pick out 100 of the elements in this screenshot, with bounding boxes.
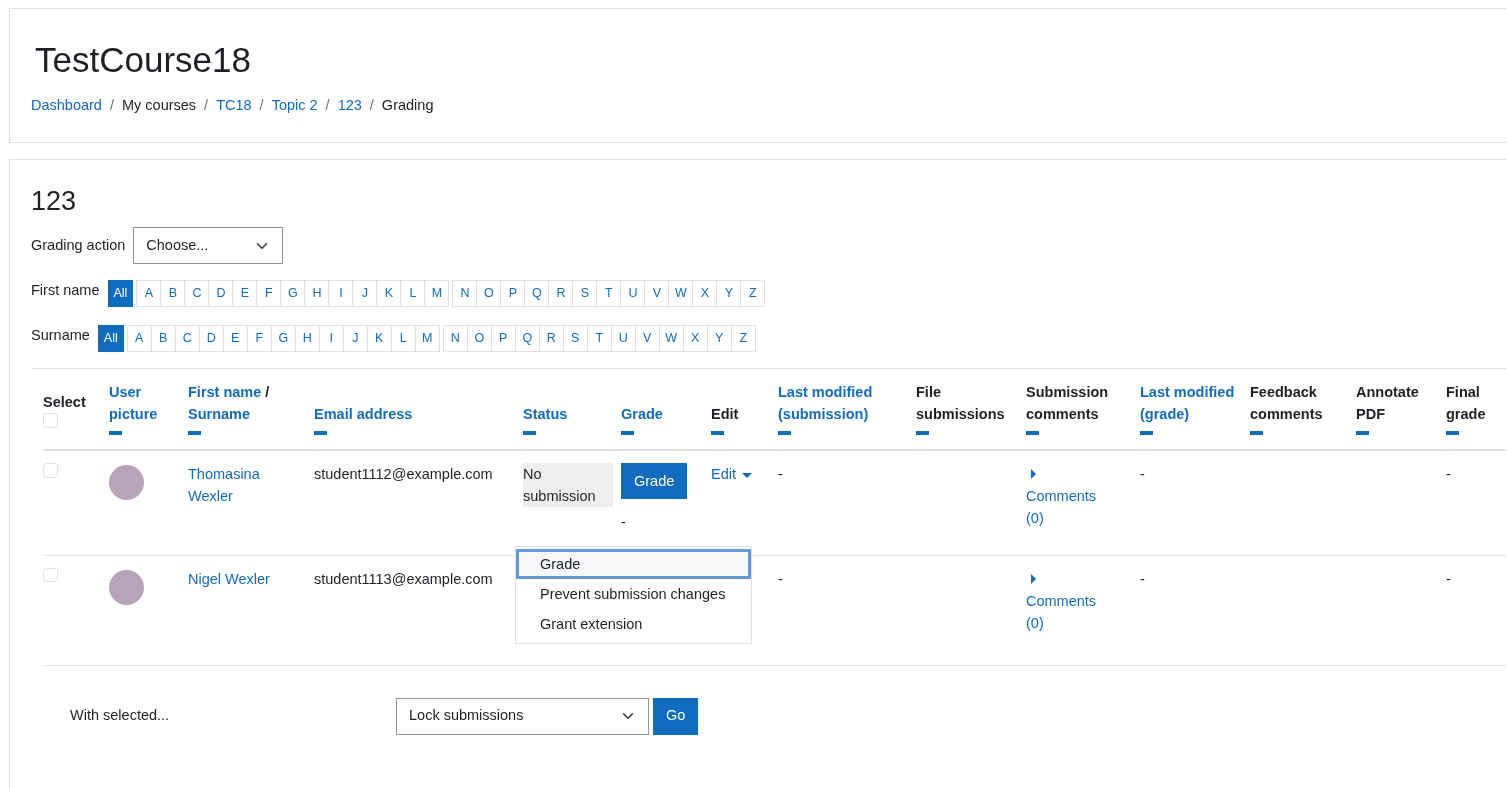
letter-filter-link[interactable]: Q xyxy=(514,325,540,353)
collapse-column-icon[interactable] xyxy=(778,431,791,436)
letter-filter-link[interactable]: K xyxy=(376,280,402,308)
letter-filter-link[interactable]: L xyxy=(400,280,426,308)
column-header: File submissions xyxy=(916,384,1005,423)
letter-filter-link[interactable]: All xyxy=(107,280,134,308)
breadcrumb-link[interactable]: Topic 2 xyxy=(271,95,318,117)
letter-filter-link[interactable]: A xyxy=(136,280,162,308)
letter-filter-link[interactable]: N xyxy=(442,325,468,353)
column-sort-link[interactable]: User picture xyxy=(109,381,180,426)
collapse-column-icon[interactable] xyxy=(1356,431,1369,436)
row-checkbox[interactable] xyxy=(43,463,58,478)
letter-filter-link[interactable]: S xyxy=(572,280,598,308)
letter-filter-link[interactable]: P xyxy=(490,325,516,353)
letter-filter-link[interactable]: D xyxy=(208,280,234,308)
column-sort-link[interactable]: Email address xyxy=(314,403,515,426)
collapse-column-icon[interactable] xyxy=(109,431,122,436)
column-sort-link[interactable]: First name xyxy=(188,381,262,404)
letter-filter-link[interactable]: I xyxy=(318,325,344,353)
letter-filter-link[interactable]: J xyxy=(352,280,378,308)
letter-filter-link[interactable]: G xyxy=(280,280,306,308)
letter-filter-link[interactable]: G xyxy=(270,325,296,353)
edit-menu-toggle[interactable]: Edit xyxy=(711,466,752,483)
letter-filter-link[interactable]: O xyxy=(466,325,492,353)
letter-filter-link[interactable]: V xyxy=(634,325,660,353)
user-name-link[interactable]: Thomasina Wexler xyxy=(188,463,278,508)
letter-filter-link[interactable]: N xyxy=(452,280,478,308)
collapse-column-icon[interactable] xyxy=(314,431,327,436)
letter-filter-link[interactable]: H xyxy=(294,325,320,353)
collapse-column-icon[interactable] xyxy=(1140,431,1153,436)
letter-filter-link[interactable]: P xyxy=(500,280,526,308)
user-avatar xyxy=(109,569,144,605)
letter-filter-link[interactable]: Z xyxy=(740,280,766,308)
letter-filter-link[interactable]: L xyxy=(390,325,416,353)
letter-filter-link[interactable]: B xyxy=(150,325,176,353)
letter-filter-link[interactable]: T xyxy=(596,280,622,308)
letter-filter-link[interactable]: V xyxy=(644,280,670,308)
select-all-checkbox[interactable] xyxy=(43,413,58,428)
letter-filter-link[interactable]: E xyxy=(222,325,248,353)
column-sort-link[interactable]: Grade xyxy=(621,403,703,426)
menu-item[interactable]: Grant extension xyxy=(516,609,751,640)
collapse-column-icon[interactable] xyxy=(916,431,929,436)
breadcrumb-link[interactable]: TC18 xyxy=(216,95,252,117)
letter-filter-link[interactable]: Y xyxy=(716,280,742,308)
letter-filter-link[interactable]: D xyxy=(198,325,224,353)
column-sort-link[interactable]: Last modified (grade) xyxy=(1140,381,1242,426)
letter-filter-link[interactable]: A xyxy=(126,325,152,353)
go-button[interactable]: Go xyxy=(653,697,699,735)
comments-link[interactable]: Comments (0) xyxy=(1026,589,1106,634)
bulk-action-select[interactable]: Lock submissions xyxy=(396,697,649,735)
collapse-column-icon[interactable] xyxy=(621,431,634,436)
letter-filter-link[interactable]: Z xyxy=(730,325,756,353)
user-name-link[interactable]: Nigel Wexler xyxy=(188,567,278,590)
letter-filter-link[interactable]: S xyxy=(562,325,588,353)
letter-filter-link[interactable]: C xyxy=(174,325,200,353)
letter-filter-link[interactable]: O xyxy=(476,280,502,308)
letter-filter-link[interactable]: M xyxy=(414,325,440,353)
letter-filter-link[interactable]: I xyxy=(328,280,354,308)
letter-filter-link[interactable]: B xyxy=(160,280,186,308)
letter-filter-link[interactable]: R xyxy=(538,325,564,353)
menu-item[interactable]: Grade xyxy=(516,549,751,580)
letter-filter-link[interactable]: H xyxy=(304,280,330,308)
letter-filter-link[interactable]: T xyxy=(586,325,612,353)
letter-filter-link[interactable]: K xyxy=(366,325,392,353)
column-header: Select xyxy=(43,393,87,413)
email-text: student1112@example.com xyxy=(314,466,493,483)
breadcrumb-link[interactable]: 123 xyxy=(337,95,362,117)
letter-filter-link[interactable]: J xyxy=(342,325,368,353)
grade-button[interactable]: Grade xyxy=(621,463,688,500)
collapse-column-icon[interactable] xyxy=(523,431,536,436)
letter-filter-link[interactable]: F xyxy=(256,280,282,308)
letter-filter-link[interactable]: F xyxy=(246,325,272,353)
letter-filter-link[interactable]: W xyxy=(658,325,684,353)
breadcrumb-link[interactable]: Dashboard xyxy=(31,95,102,117)
letter-filter-link[interactable]: E xyxy=(232,280,258,308)
letter-filter-link[interactable]: X xyxy=(692,280,718,308)
letter-filter-link[interactable]: Y xyxy=(706,325,732,353)
letter-filter-link[interactable]: M xyxy=(424,280,450,308)
collapse-column-icon[interactable] xyxy=(1250,431,1263,436)
grading-action-select[interactable]: Choose... xyxy=(133,227,284,265)
letter-filter-link[interactable]: W xyxy=(668,280,694,308)
row-checkbox[interactable] xyxy=(43,567,58,583)
expand-icon[interactable] xyxy=(1031,469,1036,480)
collapse-column-icon[interactable] xyxy=(711,431,724,436)
letter-filter-link[interactable]: X xyxy=(682,325,708,353)
letter-filter-link[interactable]: U xyxy=(620,280,646,308)
collapse-column-icon[interactable] xyxy=(188,431,201,436)
letter-filter-link[interactable]: Q xyxy=(524,280,550,308)
column-sort-link[interactable]: Last modified (submission) xyxy=(778,381,908,426)
letter-filter-link[interactable]: C xyxy=(184,280,210,308)
column-sort-link[interactable]: Status xyxy=(523,403,613,426)
column-sort-link[interactable]: Surname xyxy=(188,403,306,426)
expand-icon[interactable] xyxy=(1031,573,1036,584)
letter-filter-link[interactable]: All xyxy=(97,325,124,353)
collapse-column-icon[interactable] xyxy=(1446,431,1459,436)
letter-filter-link[interactable]: R xyxy=(548,280,574,308)
letter-filter-link[interactable]: U xyxy=(610,325,636,353)
collapse-column-icon[interactable] xyxy=(1026,431,1039,436)
menu-item[interactable]: Prevent submission changes xyxy=(516,579,751,610)
comments-link[interactable]: Comments (0) xyxy=(1026,485,1106,530)
